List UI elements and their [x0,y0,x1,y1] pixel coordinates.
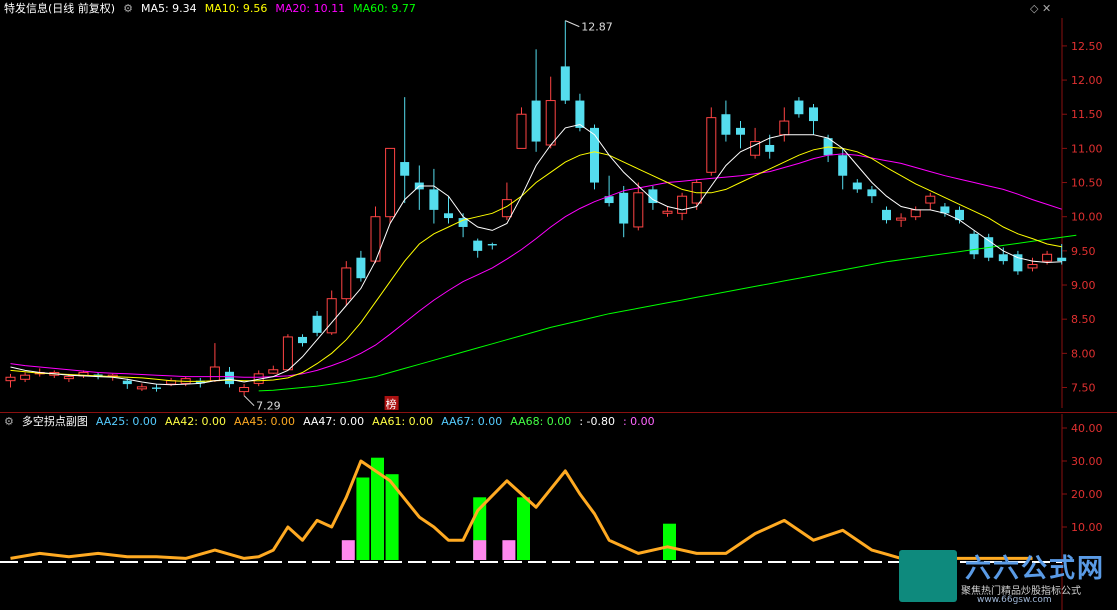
indicator-bar [473,540,487,560]
candle-body-up [63,376,74,380]
candle-body-up [239,387,250,393]
candle-body-down [838,155,848,176]
candle-body-up [925,195,936,204]
candle-body-down [867,189,877,197]
candle-body-up [1042,253,1053,262]
ma5-line [10,123,1062,386]
candle-body-down [1013,254,1023,272]
indicator-bar [341,540,355,560]
candle-body-up [209,366,220,382]
watermark-url: www.66gsw.com [977,595,1052,605]
low-annotation-label: 7.29 [256,400,281,413]
price-tick-label: 12.00 [1071,74,1103,87]
indicator-tick-label: 10.00 [1071,521,1103,534]
candle-body-down [225,371,234,385]
price-tick-label: 11.00 [1071,142,1103,155]
indicator-bar [356,477,370,560]
price-tick-label: 12.50 [1071,40,1103,53]
indicator-tick-label: 40.00 [1071,422,1103,435]
ma10-line [10,146,1062,382]
candle-body-down [575,100,585,128]
candle-body-up [896,217,907,221]
candle-body-up [910,209,921,218]
candle-body-up [677,195,688,214]
indicator-tick-label: 20.00 [1071,488,1103,501]
watermark-logo: 六六公式网 聚焦热门精品炒股指标公式 www.66gsw.com [899,542,1109,605]
chart-canvas[interactable]: 12.50 12.00 11.50 11.00 10.50 10.00 9.50 9.00 8.… [0,0,1117,610]
candle-body-up [326,298,337,334]
candle-body-down [400,162,410,176]
marker-badge-label: 榜 [386,397,397,411]
price-tick-label: 10.00 [1071,211,1103,224]
price-tick-label: 9.50 [1071,245,1096,258]
candle-body-down [765,144,775,152]
low-annotation-pointer [243,395,255,407]
logo-mark-icon [899,550,957,602]
candle-body-down [312,315,322,333]
indicator-tick-label: 30.00 [1071,455,1103,468]
candle-body-down [1057,257,1067,262]
ma60-line [258,234,1077,392]
candle-body-down [473,240,483,251]
candle-body-down [794,100,804,115]
candle-body-up [779,120,790,136]
candle-body-down [736,127,745,135]
candle-body-down [619,192,629,224]
price-tick-label: 10.50 [1071,177,1103,190]
candle-body-down [590,127,599,183]
candle-body-down [429,189,439,210]
candle-body-down [356,257,366,279]
candle-body-down [969,233,979,255]
candle-body-up [1027,264,1038,269]
candle-body-down [809,107,818,122]
candle-body-up [282,336,293,371]
indicator-bar [517,497,530,560]
candle-body-down [882,209,891,221]
candle-body-up [370,216,381,262]
price-tick-label: 7.50 [1071,382,1096,395]
candle-body-up [341,267,352,300]
candle-body-down [852,182,862,190]
watermark-title: 六六公式网 [965,554,1106,584]
price-tick-label: 11.50 [1071,108,1103,121]
candle-body-down [560,66,570,101]
candle-body-up [5,376,16,382]
candle-body-up [20,374,31,380]
candle-body-up [706,117,717,173]
candle-body-down [298,336,307,344]
candle-body-down [122,380,132,385]
high-annotation-label: 12.87 [581,21,613,34]
candle-body-up [662,210,673,214]
indicator-bar [663,523,676,560]
candle-body-down [998,254,1008,262]
candle-body-up [633,192,644,228]
ma20-line [10,153,1062,378]
candle-body-up [545,100,556,146]
candle-body-down [152,387,161,389]
candle-body-up [385,147,396,218]
candle-body-up [516,113,527,149]
candle-body-down [487,244,497,246]
price-tick-label: 8.00 [1071,347,1096,360]
candle-body-down [444,213,453,219]
candle-body-down [531,100,541,142]
price-tick-label: 8.50 [1071,313,1096,326]
price-tick-label: 9.00 [1071,279,1096,292]
high-annotation-pointer [565,20,580,28]
candle-body-down [721,114,731,135]
candle-body-up [136,386,147,390]
indicator-bar [502,540,516,560]
candle-body-up [268,369,279,374]
